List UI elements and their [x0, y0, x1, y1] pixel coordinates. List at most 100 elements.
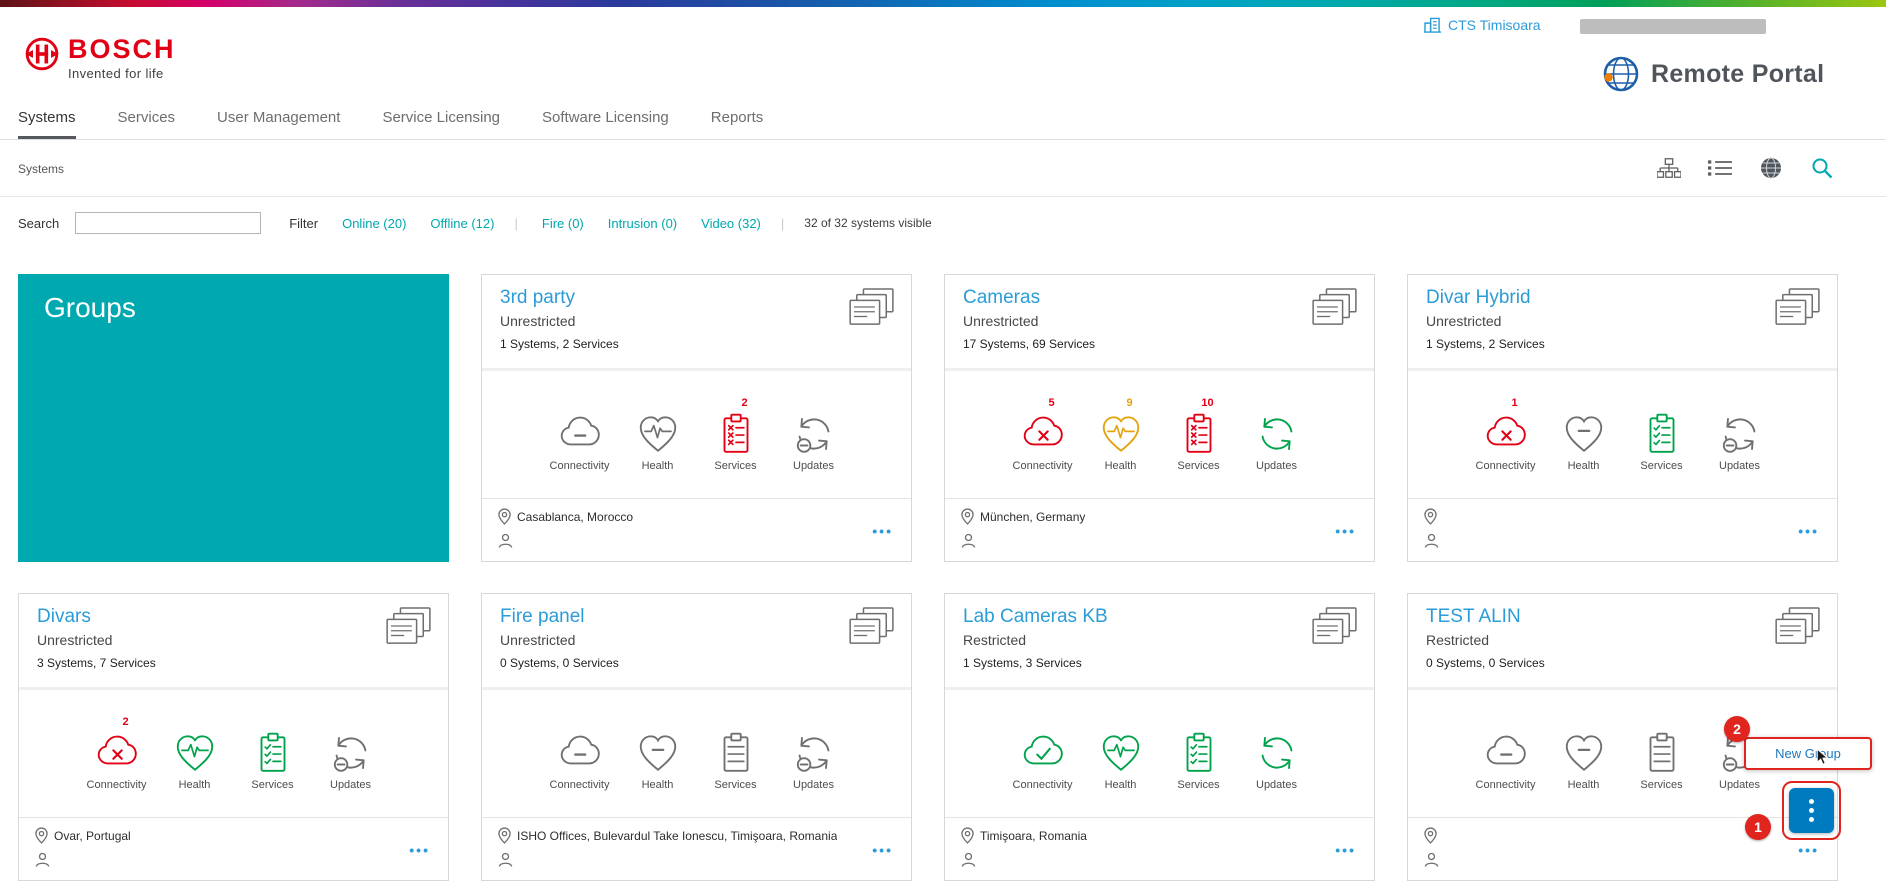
status-updates: Updates — [784, 397, 844, 500]
status-health: Health — [165, 716, 225, 819]
annotation-step-2: 2 — [1724, 716, 1750, 742]
filter-video[interactable]: Video (32) — [701, 216, 761, 231]
group-card-divars: Divars Unrestricted 3 Systems, 7 Service… — [18, 593, 449, 881]
filter-offline[interactable]: Offline (12) — [430, 216, 494, 231]
person-icon — [961, 533, 976, 548]
group-title-link[interactable]: Divars — [37, 606, 91, 628]
groups-grid: Groups 3rd party Unrestricted 1 Systems,… — [18, 274, 1838, 881]
group-restriction: Unrestricted — [1426, 313, 1819, 329]
group-title-link[interactable]: TEST ALIN — [1426, 606, 1521, 628]
redacted-username — [1580, 19, 1766, 34]
services-icon — [1637, 411, 1687, 457]
location-pin-icon — [961, 508, 974, 525]
status-connectivity: Connectivity — [1013, 716, 1073, 819]
status-connectivity: Connectivity — [550, 716, 610, 819]
connectivity-icon — [92, 730, 142, 776]
status-updates: Updates — [784, 716, 844, 819]
group-restriction: Unrestricted — [500, 313, 893, 329]
connectivity-icon — [1018, 411, 1068, 457]
updates-icon — [1715, 411, 1765, 457]
updates-icon — [789, 730, 839, 776]
status-badge: 1 — [1485, 397, 1545, 411]
location-pin-icon — [35, 827, 48, 844]
location-pin-icon — [1424, 827, 1437, 844]
more-button[interactable]: ••• — [409, 842, 430, 858]
group-card-fire-panel: Fire panel Unrestricted 0 Systems, 0 Ser… — [481, 593, 912, 881]
group-title-link[interactable]: Fire panel — [500, 606, 585, 628]
status-connectivity: 1 Connectivity — [1476, 397, 1536, 500]
person-icon — [1424, 533, 1439, 548]
tenant-selector[interactable]: CTS Timisoara — [1424, 17, 1541, 33]
annotation-step-1: 1 — [1745, 814, 1771, 840]
group-title-link[interactable]: Lab Cameras KB — [963, 606, 1108, 628]
connectivity-icon — [1481, 411, 1531, 457]
mouse-cursor-icon — [1816, 748, 1829, 767]
group-title-link[interactable]: 3rd party — [500, 287, 575, 309]
status-services: Services — [243, 716, 303, 819]
group-title-link[interactable]: Cameras — [963, 287, 1040, 309]
location-pin-icon — [1424, 508, 1437, 525]
more-button[interactable]: ••• — [1798, 842, 1819, 858]
group-location: Timişoara, Romania — [980, 829, 1087, 843]
bosch-logo-icon — [24, 36, 60, 72]
actions-fab-button[interactable] — [1789, 788, 1834, 833]
more-button[interactable]: ••• — [1798, 523, 1819, 539]
person-icon — [35, 852, 50, 867]
connectivity-icon — [1018, 730, 1068, 776]
status-services: Services — [1632, 716, 1692, 819]
breadcrumb: Systems — [18, 162, 64, 176]
filter-separator: | — [514, 216, 517, 231]
tab-service-licensing[interactable]: Service Licensing — [382, 97, 500, 139]
status-connectivity: 2 Connectivity — [87, 716, 147, 819]
sitemap-view-icon[interactable] — [1657, 157, 1681, 179]
search-icon[interactable] — [1810, 157, 1834, 179]
fab-dot — [1809, 817, 1814, 822]
more-button[interactable]: ••• — [872, 523, 893, 539]
portal-name: Remote Portal — [1651, 60, 1824, 89]
filter-fire[interactable]: Fire (0) — [542, 216, 584, 231]
group-restriction: Unrestricted — [37, 632, 430, 648]
services-icon — [248, 730, 298, 776]
health-icon — [1559, 730, 1609, 776]
tab-software-licensing[interactable]: Software Licensing — [542, 97, 669, 139]
group-title-link[interactable]: Divar Hybrid — [1426, 287, 1531, 309]
person-icon — [961, 852, 976, 867]
systems-visible-summary: 32 of 32 systems visible — [804, 216, 931, 230]
status-updates: Updates — [1247, 397, 1307, 500]
more-button[interactable]: ••• — [872, 842, 893, 858]
group-stack-icon — [1312, 288, 1358, 326]
tab-services[interactable]: Services — [118, 97, 176, 139]
health-icon — [633, 411, 683, 457]
tab-user-management[interactable]: User Management — [217, 97, 340, 139]
map-view-icon[interactable] — [1759, 157, 1783, 179]
more-button[interactable]: ••• — [1335, 523, 1356, 539]
status-services: Services — [706, 716, 766, 819]
status-health: Health — [1091, 716, 1151, 819]
group-counts: 17 Systems, 69 Services — [963, 337, 1356, 351]
services-icon — [1174, 730, 1224, 776]
tab-systems[interactable]: Systems — [18, 97, 76, 139]
group-counts: 3 Systems, 7 Services — [37, 656, 430, 670]
group-card-cameras: Cameras Unrestricted 17 Systems, 69 Serv… — [944, 274, 1375, 562]
location-pin-icon — [961, 827, 974, 844]
status-badge: 9 — [1100, 397, 1160, 411]
health-icon — [1559, 411, 1609, 457]
group-counts: 1 Systems, 2 Services — [500, 337, 893, 351]
search-input[interactable] — [75, 212, 261, 234]
services-icon — [711, 730, 761, 776]
more-button[interactable]: ••• — [1335, 842, 1356, 858]
connectivity-icon — [555, 730, 605, 776]
updates-icon — [326, 730, 376, 776]
groups-header-tile: Groups — [18, 274, 449, 562]
tab-reports[interactable]: Reports — [711, 97, 764, 139]
filter-online[interactable]: Online (20) — [342, 216, 406, 231]
new-group-button[interactable]: New Group — [1744, 737, 1872, 770]
remote-portal-logo: Remote Portal — [1601, 54, 1824, 94]
filter-intrusion[interactable]: Intrusion (0) — [608, 216, 677, 231]
bosch-logo: BOSCH Invented for life — [24, 36, 176, 81]
list-view-icon[interactable] — [1708, 157, 1732, 179]
group-counts: 0 Systems, 0 Services — [1426, 656, 1819, 670]
status-connectivity: Connectivity — [1476, 716, 1536, 819]
group-counts: 0 Systems, 0 Services — [500, 656, 893, 670]
status-services: Services — [1169, 716, 1229, 819]
